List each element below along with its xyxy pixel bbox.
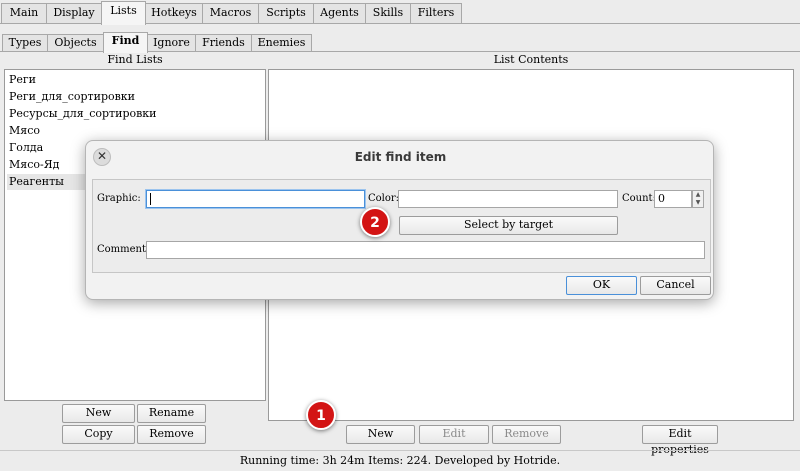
- copy-list-button[interactable]: Copy: [62, 425, 135, 444]
- tab-friends[interactable]: Friends: [195, 34, 252, 52]
- chevron-up-icon[interactable]: ▲: [693, 191, 703, 199]
- close-icon[interactable]: ✕: [93, 148, 111, 166]
- count-input[interactable]: 0: [654, 190, 692, 208]
- color-label: Color:: [368, 193, 400, 204]
- comment-input[interactable]: [146, 241, 705, 259]
- list-item[interactable]: Мясо-Яд: [7, 157, 59, 173]
- select-by-target-button[interactable]: Select by target: [399, 216, 618, 235]
- tab-main[interactable]: Main: [1, 3, 47, 23]
- list-item[interactable]: Реги_для_сортировки: [7, 89, 135, 105]
- text-caret: [150, 193, 151, 205]
- tab-ignore[interactable]: Ignore: [147, 34, 196, 52]
- graphic-label: Graphic:: [97, 193, 141, 204]
- step-badge-1: 1: [306, 400, 336, 430]
- tab-types[interactable]: Types: [2, 34, 48, 52]
- color-input[interactable]: [398, 190, 618, 208]
- status-bar: Running time: 3h 24m Items: 224. Develop…: [0, 450, 800, 470]
- tab-lists[interactable]: Lists: [101, 1, 146, 25]
- remove-list-button[interactable]: Remove: [137, 425, 206, 444]
- graphic-input[interactable]: [146, 190, 365, 208]
- tab-find[interactable]: Find: [103, 32, 148, 53]
- tab-macros[interactable]: Macros: [202, 3, 259, 23]
- count-label: Count:: [622, 193, 656, 204]
- edit-find-item-dialog: Edit find item ✕ Graphic: Color: Count: …: [85, 140, 714, 300]
- tab-agents[interactable]: Agents: [313, 3, 366, 23]
- main-tab-bar: Main Display Lists Hotkeys Macros Script…: [0, 0, 800, 25]
- tab-scripts[interactable]: Scripts: [258, 3, 314, 23]
- ok-button[interactable]: OK: [566, 276, 637, 295]
- tab-skills[interactable]: Skills: [365, 3, 411, 23]
- dialog-title: Edit find item: [354, 150, 447, 164]
- tab-objects[interactable]: Objects: [47, 34, 104, 52]
- list-item[interactable]: Голда: [7, 140, 43, 156]
- dialog-fields-panel: Graphic: Color: Count: 0 ▲ ▼ Select by t…: [92, 179, 711, 273]
- tab-filters[interactable]: Filters: [410, 3, 462, 23]
- cancel-button[interactable]: Cancel: [640, 276, 711, 295]
- list-contents-header: List Contents: [493, 53, 569, 66]
- list-item[interactable]: Ресурсы_для_сортировки: [7, 106, 157, 122]
- new-list-button[interactable]: New: [62, 404, 135, 423]
- remove-item-button[interactable]: Remove: [492, 425, 561, 444]
- tab-display[interactable]: Display: [46, 3, 102, 23]
- edit-properties-button[interactable]: Edit properties: [642, 425, 718, 456]
- new-item-button[interactable]: New: [346, 425, 415, 444]
- tab-hotkeys[interactable]: Hotkeys: [145, 3, 203, 23]
- step-badge-2: 2: [360, 207, 390, 237]
- list-item[interactable]: Реги: [7, 72, 36, 88]
- tab-enemies[interactable]: Enemies: [251, 34, 312, 52]
- chevron-down-icon[interactable]: ▼: [693, 199, 703, 207]
- find-lists-header: Find Lists: [107, 53, 163, 66]
- edit-item-button[interactable]: Edit: [419, 425, 489, 444]
- comment-label: Comment:: [97, 244, 150, 255]
- list-item[interactable]: Мясо: [7, 123, 40, 139]
- count-stepper[interactable]: ▲ ▼: [692, 190, 704, 208]
- sub-tab-bar: Types Objects Find Ignore Friends Enemie…: [0, 32, 800, 53]
- rename-list-button[interactable]: Rename: [137, 404, 206, 423]
